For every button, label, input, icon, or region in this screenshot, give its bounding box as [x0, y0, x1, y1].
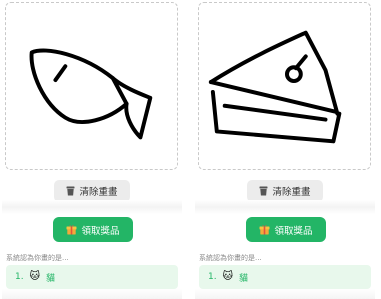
- drawing-panel-right: 清除重畫 領取獎品 系統認為你畫的是... 1. 🐱 貓: [195, 0, 375, 299]
- guess-heading: 系統認為你畫的是...: [6, 254, 69, 262]
- bottom-divider: [2, 289, 182, 299]
- claim-prize-label: 領取獎品: [274, 225, 313, 237]
- fish-sketch: [29, 48, 153, 140]
- guess-result-item: 1. 🐱 貓: [199, 265, 371, 289]
- guess-rank: 1.: [15, 272, 24, 282]
- gift-icon: [66, 225, 77, 235]
- claim-prize-button[interactable]: 領取獎品: [53, 217, 133, 242]
- clear-button[interactable]: 清除重畫: [54, 180, 130, 202]
- guess-heading: 系統認為你畫的是...: [199, 254, 262, 262]
- drawing-canvas[interactable]: [198, 2, 371, 170]
- guess-rank: 1.: [208, 272, 217, 282]
- clear-button-label: 清除重畫: [272, 187, 311, 198]
- divider: [195, 200, 375, 214]
- drawing-canvas[interactable]: [5, 2, 178, 170]
- guess-result-item: 1. 🐱 貓: [6, 265, 178, 289]
- bottom-divider: [195, 289, 375, 299]
- cat-face-icon: 🐱: [222, 271, 234, 282]
- guess-text: 貓: [46, 273, 56, 284]
- divider: [2, 200, 182, 214]
- gift-icon: [259, 225, 270, 235]
- clear-button[interactable]: 清除重畫: [247, 180, 323, 202]
- trash-icon: [259, 186, 268, 196]
- clear-button-label: 清除重畫: [79, 187, 118, 198]
- claim-prize-button[interactable]: 領取獎品: [246, 217, 326, 242]
- cake-sketch: [208, 30, 342, 144]
- drawing-panel-left: 清除重畫 領取獎品 系統認為你畫的是... 1. 🐱 貓: [2, 0, 182, 299]
- cat-face-icon: 🐱: [29, 271, 41, 282]
- claim-prize-label: 領取獎品: [81, 225, 120, 237]
- guess-text: 貓: [239, 273, 249, 284]
- trash-icon: [66, 186, 75, 196]
